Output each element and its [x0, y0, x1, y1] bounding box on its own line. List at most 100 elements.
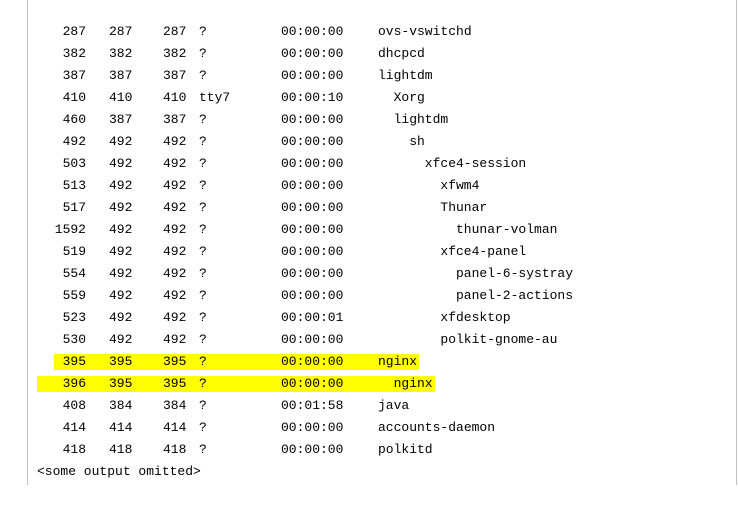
ppid-cell: 387 [109, 112, 133, 127]
command-cell: xfce4-session [424, 156, 527, 171]
process-row: 410 410 410 tty7 00:00:10 Xorg [0, 87, 738, 109]
ppid-cell: 492 [109, 288, 133, 303]
command-cell: lightdm [393, 112, 449, 127]
pid-cell: 519 [62, 244, 86, 259]
ppid-cell: 492 [109, 134, 133, 149]
time-cell: 00:00:00 [281, 244, 344, 259]
ppid-cell: 410 [109, 90, 133, 105]
pid-cell: 387 [62, 68, 86, 83]
ppid-cell: 395 [109, 354, 133, 369]
command-cell: dhcpcd [378, 46, 425, 61]
tty-cell: ? [199, 200, 207, 215]
command-cell: panel-6-systray [456, 266, 574, 281]
pid-cell: 382 [62, 46, 86, 61]
command-cell: java [378, 398, 410, 413]
time-cell: 00:00:00 [281, 222, 344, 237]
pgid-cell: 387 [163, 112, 187, 127]
pid-cell: 523 [62, 310, 86, 325]
pid-cell: 410 [62, 90, 86, 105]
time-cell: 00:00:00 [281, 112, 344, 127]
tty-cell: ? [199, 134, 207, 149]
pid-cell: 492 [62, 134, 86, 149]
pid-cell: 517 [62, 200, 86, 215]
ppid-cell: 492 [109, 178, 133, 193]
process-row: 503 492 492? 00:00:00 xfce4-session [0, 153, 738, 175]
pgid-cell: 395 [163, 354, 187, 369]
pgid-cell: 492 [163, 222, 187, 237]
highlight-marker [37, 376, 435, 392]
pid-cell: 395 [62, 354, 86, 369]
tty-cell: ? [199, 332, 207, 347]
time-cell: 00:00:00 [281, 178, 344, 193]
time-cell: 00:00:00 [281, 420, 344, 435]
time-cell: 00:00:00 [281, 354, 344, 369]
time-cell: 00:00:00 [281, 288, 344, 303]
omitted-row: <some output omitted> [0, 461, 738, 483]
command-cell: xfwm4 [440, 178, 480, 193]
pgid-cell: 492 [163, 134, 187, 149]
pid-cell: 287 [62, 24, 86, 39]
pid-cell: 530 [62, 332, 86, 347]
process-row: 408 384 384? 00:01:58 java [0, 395, 738, 417]
pgid-cell: 395 [163, 376, 187, 391]
command-cell: nginx [378, 354, 418, 369]
tty-cell: ? [199, 398, 207, 413]
pid-cell: 460 [62, 112, 86, 127]
pgid-cell: 492 [163, 244, 187, 259]
pid-cell: 554 [62, 266, 86, 281]
pgid-cell: 287 [163, 24, 187, 39]
tty-cell: tty7 [199, 90, 231, 105]
time-cell: 00:00:00 [281, 200, 344, 215]
command-cell: accounts-daemon [378, 420, 496, 435]
pid-cell: 418 [62, 442, 86, 457]
tty-cell: ? [199, 354, 207, 369]
ppid-cell: 387 [109, 68, 133, 83]
ppid-cell: 492 [109, 156, 133, 171]
pgid-cell: 492 [163, 156, 187, 171]
pid-cell: 396 [62, 376, 86, 391]
pid-cell: 559 [62, 288, 86, 303]
tty-cell: ? [199, 68, 207, 83]
command-cell: polkitd [378, 442, 433, 457]
tty-cell: ? [199, 222, 207, 237]
process-row: 382 382 382? 00:00:00 dhcpcd [0, 43, 738, 65]
pgid-cell: 492 [163, 178, 187, 193]
time-cell: 00:00:00 [281, 376, 344, 391]
pid-cell: 1592 [54, 222, 86, 237]
pgid-cell: 492 [163, 288, 187, 303]
ppid-cell: 492 [109, 266, 133, 281]
process-row: 1592 492 492? 00:00:00 thunar-volman [0, 219, 738, 241]
time-cell: 00:00:00 [281, 68, 344, 83]
pgid-cell: 492 [163, 266, 187, 281]
command-cell: xfdesktop [440, 310, 511, 325]
command-cell: panel-2-actions [456, 288, 574, 303]
tty-cell: ? [199, 244, 207, 259]
tty-cell: ? [199, 420, 207, 435]
process-row: 517 492 492? 00:00:00 Thunar [0, 197, 738, 219]
time-cell: 00:01:58 [281, 398, 344, 413]
ppid-cell: 492 [109, 310, 133, 325]
command-cell: lightdm [378, 68, 433, 83]
process-row: 513 492 492? 00:00:00 xfwm4 [0, 175, 738, 197]
time-cell: 00:00:00 [281, 442, 344, 457]
ppid-cell: 287 [109, 24, 133, 39]
ppid-cell: 414 [109, 420, 133, 435]
command-cell: nginx [393, 376, 433, 391]
process-row: 395 395 395? 00:00:00 nginx [0, 351, 738, 373]
time-cell: 00:00:00 [281, 134, 344, 149]
ppid-cell: 492 [109, 222, 133, 237]
tty-cell: ? [199, 24, 207, 39]
process-row: 460 387 387? 00:00:00 lightdm [0, 109, 738, 131]
time-cell: 00:00:00 [281, 156, 344, 171]
tty-cell: ? [199, 442, 207, 457]
pgid-cell: 382 [163, 46, 187, 61]
pgid-cell: 492 [163, 200, 187, 215]
tty-cell: ? [199, 288, 207, 303]
command-cell: Thunar [440, 200, 488, 215]
tty-cell: ? [199, 112, 207, 127]
pgid-cell: 418 [163, 442, 187, 457]
tty-cell: ? [199, 310, 207, 325]
tty-cell: ? [199, 178, 207, 193]
pgid-cell: 492 [163, 332, 187, 347]
tty-cell: ? [199, 376, 207, 391]
